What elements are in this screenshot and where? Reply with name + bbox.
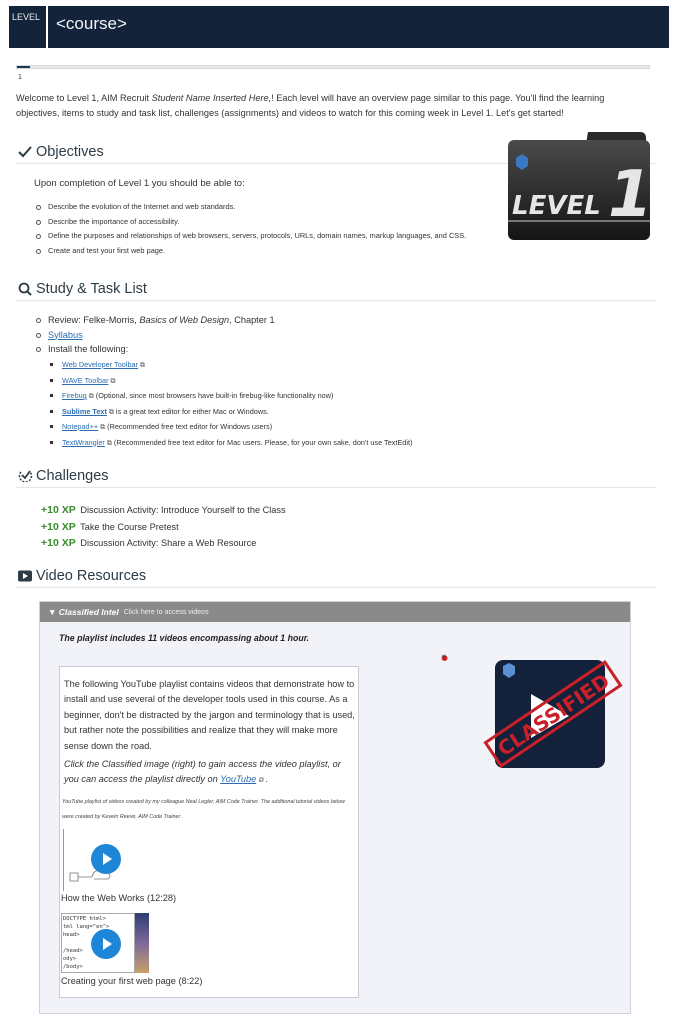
level-label: LEVEL bbox=[9, 6, 48, 48]
review-suffix: , Chapter 1 bbox=[229, 315, 275, 325]
video-icon bbox=[16, 570, 34, 582]
challenge-label: Discussion Activity: Share a Web Resourc… bbox=[80, 538, 257, 548]
video-thumbnail[interactable]: DOCTYPE html> tml lang="en"> head>/head> od… bbox=[61, 913, 149, 973]
list-item: Create and test your first web page. bbox=[36, 244, 466, 259]
search-icon bbox=[16, 282, 34, 296]
intro-text: Welcome to Level 1, AIM Recruit Student … bbox=[16, 91, 646, 121]
accordion-title: ▼ Classified Intel bbox=[48, 607, 119, 617]
tools-list: Web Developer Toolbar ⧉ WAVE Toolbar ⧉ Fir… bbox=[50, 358, 412, 451]
challenge-item[interactable]: +10 XP Take the Course Pretest bbox=[41, 519, 286, 536]
list-item: Describe the importance of accessibility… bbox=[36, 215, 466, 230]
playlist-description-box: The following YouTube playlist contains … bbox=[59, 666, 359, 998]
instruction-text: Click the Classified image (right) to ga… bbox=[64, 759, 341, 784]
tool-note: is a great text editor for either Mac or… bbox=[115, 406, 269, 416]
course-header: LEVEL <course> bbox=[9, 6, 669, 48]
accordion-toggle[interactable]: ▼ Classified Intel Click here to access … bbox=[40, 602, 630, 622]
checkmark-icon bbox=[16, 145, 34, 158]
playlist-paragraph: The following YouTube playlist contains … bbox=[64, 679, 355, 751]
objectives-lead: Upon completion of Level 1 you should be… bbox=[34, 178, 245, 189]
play-button[interactable] bbox=[91, 844, 121, 874]
tool-note: (Optional, since most browsers have buil… bbox=[95, 391, 334, 400]
study-title: Study & Task List bbox=[36, 280, 147, 297]
level-word: LEVEL bbox=[512, 191, 601, 221]
tool-item: Sublime Text ⧉ is a great text editor for… bbox=[50, 405, 412, 421]
tool-link[interactable]: Notepad++ bbox=[62, 422, 98, 431]
list-item-review: Review: Felke-Morris, Basics of Web Desi… bbox=[36, 313, 275, 328]
tool-item: Web Developer Toolbar ⧉ bbox=[50, 358, 412, 374]
study-list: Review: Felke-Morris, Basics of Web Desi… bbox=[36, 313, 275, 357]
level-number: 1 bbox=[608, 158, 653, 232]
external-link-icon: ⧉ bbox=[108, 408, 114, 416]
challenge-item[interactable]: +10 XP Discussion Activity: Share a Web … bbox=[41, 535, 286, 552]
external-link-icon: ⧉ bbox=[110, 377, 116, 385]
tool-link[interactable]: TextWrangler bbox=[62, 438, 105, 447]
list-item: Define the purposes and relationships of… bbox=[36, 229, 466, 244]
video-caption: Creating your first web page (8:22) bbox=[61, 976, 203, 986]
youtube-link[interactable]: YouTube bbox=[220, 774, 256, 784]
tool-note: (Recommended free text editor for Window… bbox=[107, 422, 273, 431]
xp-badge: +10 XP bbox=[41, 537, 76, 549]
challenges-list: +10 XP Discussion Activity: Introduce Yo… bbox=[41, 502, 286, 552]
tool-item: WAVE Toolbar ⧉ bbox=[50, 374, 412, 390]
tool-item: Notepad++ ⧉ (Recommended free text editor… bbox=[50, 420, 412, 436]
bug-icon: 🐞 bbox=[440, 655, 449, 662]
external-link-icon: ⧉ bbox=[140, 362, 145, 369]
challenges-heading: Challenges bbox=[16, 464, 656, 488]
xp-badge: +10 XP bbox=[41, 504, 76, 516]
list-item-install: Install the following: bbox=[36, 342, 275, 357]
study-heading: Study & Task List bbox=[16, 277, 656, 301]
playlist-summary: The playlist includes 11 videos encompas… bbox=[59, 633, 310, 643]
student-name: Student Name Inserted Here, bbox=[151, 93, 272, 103]
course-title: <course> bbox=[56, 14, 127, 33]
challenge-icon bbox=[16, 469, 34, 482]
accordion-subtitle: Click here to access videos bbox=[123, 608, 209, 616]
xp-badge: +10 XP bbox=[41, 520, 76, 533]
intro-before: Welcome to Level 1, AIM Recruit bbox=[16, 93, 152, 103]
classified-intel-panel: ▼ Classified Intel Click here to access … bbox=[39, 601, 631, 1014]
external-link-icon: ⧉ bbox=[88, 393, 94, 400]
tool-item: Firebug ⧉ (Optional, since most browsers … bbox=[50, 389, 412, 405]
challenge-label: Discussion Activity: Introduce Yourself … bbox=[80, 505, 286, 515]
video-caption: How the Web Works (12:28) bbox=[61, 893, 177, 903]
classified-playlist-image[interactable]: CLASSIFIED bbox=[473, 654, 633, 772]
tool-item: TextWrangler ⧉ (Recommended free text edi… bbox=[50, 436, 412, 452]
page-number: 1 bbox=[18, 74, 22, 81]
book-title: Basics of Web Design bbox=[139, 315, 230, 325]
list-item: Describe the evolution of the Internet a… bbox=[36, 200, 466, 215]
external-link-icon: ⧉ bbox=[258, 777, 264, 784]
challenge-item[interactable]: +10 XP Discussion Activity: Introduce Yo… bbox=[41, 502, 286, 519]
challenges-title: Challenges bbox=[36, 467, 109, 484]
playlist-instruction: Click the Classified image (right) to ga… bbox=[64, 757, 358, 788]
tool-link[interactable]: Firebug bbox=[62, 391, 87, 400]
objectives-list: Describe the evolution of the Internet a… bbox=[36, 200, 466, 258]
level-1-folder-image: LEVEL 1 bbox=[508, 132, 653, 240]
external-link-icon: ⧉ bbox=[100, 424, 106, 431]
video-heading: Video Resources bbox=[16, 564, 656, 588]
play-button[interactable] bbox=[91, 929, 121, 959]
tool-link[interactable]: Web Developer Toolbar bbox=[62, 360, 138, 369]
tool-link[interactable]: WAVE Toolbar bbox=[62, 376, 109, 385]
playlist-credit: YouTube playlist of videos created by my… bbox=[62, 799, 345, 820]
review-prefix: Review: Felke-Morris, bbox=[48, 315, 140, 325]
video-thumbnail[interactable] bbox=[63, 829, 149, 891]
challenge-label: Take the Course Pretest bbox=[80, 521, 179, 532]
tool-link[interactable]: Sublime Text bbox=[62, 407, 107, 416]
wallpaper-strip bbox=[135, 913, 149, 973]
objectives-title: Objectives bbox=[36, 143, 104, 160]
syllabus-link[interactable]: Syllabus bbox=[48, 330, 83, 340]
video-title: Video Resources bbox=[36, 567, 147, 584]
list-item-syllabus: Syllabus bbox=[36, 328, 275, 343]
external-link-icon: ⧉ bbox=[106, 439, 112, 447]
progress-fill bbox=[17, 66, 30, 68]
tool-note: (Recommended free text editor for Mac us… bbox=[113, 437, 413, 447]
progress-bar bbox=[16, 65, 650, 69]
